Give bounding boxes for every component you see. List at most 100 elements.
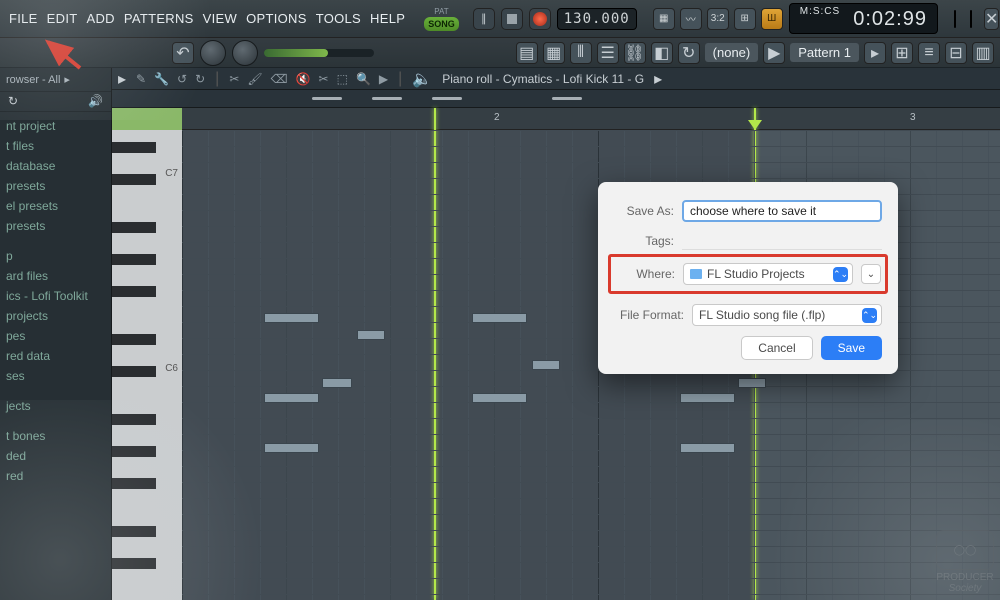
pattern-opt4-icon[interactable]: ⊟	[945, 42, 967, 64]
browser-item[interactable]: projects	[0, 306, 111, 326]
tool-playback-icon[interactable]: ▶	[379, 72, 388, 86]
browser-header[interactable]: rowser - All ▸	[0, 68, 111, 92]
tool-erase-icon[interactable]: ⌫	[271, 72, 288, 86]
save-button[interactable]: Save	[821, 336, 882, 360]
browser-item[interactable]: database	[0, 156, 111, 176]
menu-view[interactable]: VIEW	[200, 9, 240, 28]
menu-tools[interactable]: TOOLS	[313, 9, 364, 28]
tool-draw-icon[interactable]: ✎	[136, 72, 146, 86]
menu-icon[interactable]: ▸	[118, 69, 126, 89]
pause-button[interactable]: ∥	[473, 8, 495, 30]
undo-button[interactable]: ↶	[172, 42, 194, 64]
save-as-input[interactable]	[682, 200, 882, 222]
tool-zoom-icon[interactable]: 🔍	[356, 72, 371, 86]
timecode-display[interactable]: M:S:CS 0:02:99	[789, 3, 938, 34]
view-mixer-button[interactable]: ⫴	[570, 42, 592, 64]
browser-item[interactable]: ics - Lofi Toolkit	[0, 286, 111, 306]
view-piano-button[interactable]: ▦	[543, 42, 565, 64]
browser-item[interactable]: ded	[0, 446, 111, 466]
main-volume-knob[interactable]	[200, 40, 226, 66]
where-selector[interactable]: FL Studio Projects ⌃⌄	[683, 263, 853, 285]
note[interactable]	[680, 443, 735, 453]
browser-item	[0, 236, 111, 246]
tool-wave-icon[interactable]: 〰	[680, 8, 702, 30]
note[interactable]	[322, 378, 352, 388]
link-icon[interactable]: ⛓	[624, 42, 646, 64]
browser-item[interactable]: el presets	[0, 196, 111, 216]
menu-add[interactable]: ADD	[83, 9, 117, 28]
menubar: FILEEDITADDPATTERNSVIEWOPTIONSTOOLSHELP …	[0, 0, 1000, 38]
browser-item[interactable]: t bones	[0, 426, 111, 446]
watermark: ◯◯ PRODUCER Society	[936, 530, 994, 594]
menu-file[interactable]: FILE	[6, 9, 41, 28]
pattern-opt3-icon[interactable]: ≡	[918, 42, 940, 64]
browser-item[interactable]: presets	[0, 216, 111, 236]
note[interactable]	[532, 360, 560, 370]
note[interactable]	[680, 393, 735, 403]
menu-options[interactable]: OPTIONS	[243, 9, 310, 28]
note[interactable]	[738, 378, 766, 388]
pattern-opt1-icon[interactable]: ▸	[864, 42, 886, 64]
song-mode-toggle[interactable]: SONG	[424, 17, 459, 31]
note[interactable]	[472, 393, 527, 403]
browser-item[interactable]: t files	[0, 136, 111, 156]
tool-mute-icon[interactable]: 🔇	[296, 72, 311, 86]
format-selector[interactable]: FL Studio song file (.flp) ⌃⌄	[692, 304, 882, 326]
close-button[interactable]: ✕	[984, 8, 999, 30]
stop-button[interactable]	[501, 8, 523, 30]
tool-metronome-icon[interactable]: Ш	[761, 8, 783, 30]
tags-input[interactable]	[682, 232, 882, 250]
note[interactable]	[264, 393, 319, 403]
note[interactable]	[264, 313, 319, 323]
view-browser-button[interactable]: ☰	[597, 42, 619, 64]
browser-item[interactable]: nt project	[0, 116, 111, 136]
browser-item[interactable]: ard files	[0, 266, 111, 286]
speaker-icon[interactable]: 🔈	[412, 69, 432, 89]
browser-item[interactable]: jects	[0, 396, 111, 416]
expand-button[interactable]: ⌄	[861, 264, 881, 284]
menu-edit[interactable]: EDIT	[44, 9, 81, 28]
timeline-ruler[interactable]: 2 3	[182, 108, 1000, 130]
browser-item[interactable]: ses	[0, 366, 111, 386]
browser-item[interactable]: red	[0, 466, 111, 486]
tool-snap-icon[interactable]: 3:2	[707, 8, 729, 30]
midi-icon[interactable]: ◧	[651, 42, 673, 64]
pattern-opt5-icon[interactable]: ▥	[972, 42, 994, 64]
tool-scissors-icon[interactable]: ✂	[229, 72, 239, 86]
browser-item[interactable]: presets	[0, 176, 111, 196]
pattern-selector[interactable]: Pattern 1	[790, 43, 859, 62]
tool-select-icon[interactable]: ⬚	[337, 72, 348, 86]
master-volume-slider[interactable]	[264, 49, 374, 57]
browser-item[interactable]: red data	[0, 346, 111, 366]
speaker-icon[interactable]: 🔊	[88, 94, 103, 109]
cancel-button[interactable]: Cancel	[741, 336, 812, 360]
piano-keys[interactable]: C7C6	[112, 108, 182, 600]
browser-item[interactable]: pes	[0, 326, 111, 346]
snap-selector[interactable]: (none)	[705, 43, 759, 62]
refresh-icon[interactable]: ↻	[8, 94, 18, 109]
tool-slice-icon[interactable]: ✂	[319, 72, 329, 86]
note[interactable]	[357, 330, 385, 340]
note[interactable]	[264, 443, 319, 453]
tool-grid-icon[interactable]: ▦	[653, 8, 675, 30]
overview-strip[interactable]	[112, 90, 1000, 108]
save-dialog: Save As: Tags: Where: FL Studio Projects…	[598, 182, 898, 374]
note[interactable]	[472, 313, 527, 323]
view-playlist-button[interactable]: ▤	[516, 42, 538, 64]
tool-redo-icon[interactable]: ↻	[195, 72, 205, 86]
main-pitch-knob[interactable]	[232, 40, 258, 66]
menu-patterns[interactable]: PATTERNS	[121, 9, 197, 28]
tool-bars-icon[interactable]: ⊞	[734, 8, 756, 30]
record-button[interactable]	[529, 8, 551, 30]
menu-help[interactable]: HELP	[367, 9, 408, 28]
sync-icon[interactable]: ↻	[678, 42, 700, 64]
dropdown-icon: ⌃⌄	[862, 308, 877, 323]
tool-wrench-icon[interactable]: 🔧	[154, 72, 169, 86]
browser-item[interactable]: p	[0, 246, 111, 266]
play-pattern-button[interactable]: ▶	[763, 42, 785, 64]
save-as-label: Save As:	[614, 204, 674, 218]
tool-brush-icon[interactable]: 🖌	[247, 72, 262, 86]
tempo-display[interactable]: 130.000	[557, 8, 637, 30]
pattern-opt2-icon[interactable]: ⊞	[891, 42, 913, 64]
tool-undo-icon[interactable]: ↺	[177, 72, 187, 86]
